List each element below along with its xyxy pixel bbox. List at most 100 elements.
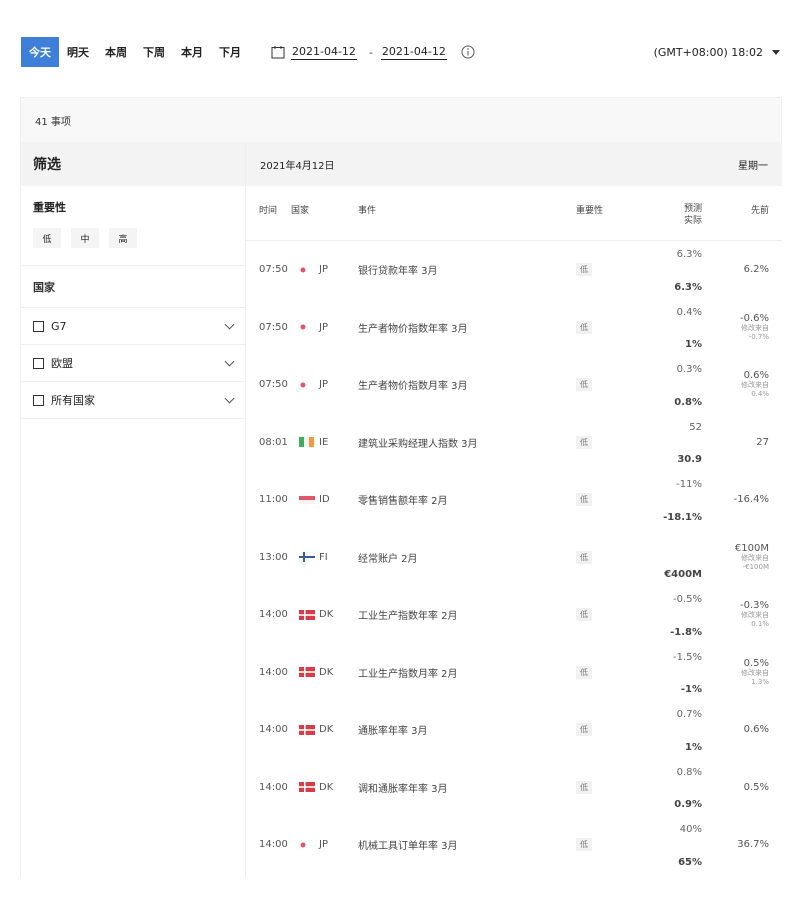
country-group-1[interactable]: 欧盟: [21, 345, 245, 382]
event-name[interactable]: 通胀率年率 3月: [358, 701, 428, 759]
country-flag: [299, 414, 315, 472]
calendar-icon[interactable]: [271, 45, 285, 59]
date-to-field[interactable]: 2021-04-12: [380, 45, 447, 60]
dk-flag-icon: [299, 609, 315, 620]
importance-cell: 低: [576, 759, 592, 817]
jp-flag-icon: [300, 267, 306, 273]
forecast-actual-cell: 52 30.9: [677, 414, 702, 472]
importance-button-0[interactable]: 低: [33, 228, 61, 248]
forecast-actual-cell: -0.5% -1.8%: [670, 586, 702, 644]
timezone-select[interactable]: (GMT+08:00) 18:02: [654, 46, 780, 59]
event-name[interactable]: 零售销售额年率 2月: [358, 471, 448, 529]
actual-value: 1%: [685, 339, 702, 350]
checkbox[interactable]: [33, 320, 44, 332]
event-name[interactable]: 银行贷款年率 3月: [358, 241, 438, 299]
country-group-2[interactable]: 所有国家: [21, 382, 245, 419]
table-row[interactable]: 14:00 DK 工业生产指数月率 2月 低 -1.5% -1% 0.5% 修改来自 1.3%: [246, 644, 782, 702]
country-flag: [299, 701, 315, 759]
event-time: 07:50: [259, 379, 288, 391]
revised-value: 0.4%: [751, 390, 769, 399]
previous-cell: 0.6% 修改来自 0.4%: [741, 356, 769, 414]
date-from-field[interactable]: 2021-04-12: [291, 45, 357, 60]
country-group-list: G7 欧盟 所有国家: [21, 308, 245, 419]
event-name[interactable]: 生产者物价指数月率 3月: [358, 356, 468, 414]
country-group-0[interactable]: G7: [21, 308, 245, 345]
col-event: 事件: [358, 206, 377, 216]
event-name[interactable]: 建筑业采购经理人指数 3月: [358, 414, 478, 472]
importance-cell: 低: [576, 701, 592, 759]
table-row[interactable]: 11:00 ID 零售销售额年率 2月 低 -11% -18.1% -16.4%: [246, 471, 782, 529]
country-code: ID: [319, 494, 330, 506]
table-row[interactable]: 14:00 DK 通胀率年率 3月 低 0.7% 1% 0.6%: [246, 701, 782, 759]
period-tab-4[interactable]: 本月: [173, 37, 211, 67]
previous-cell: 0.5% 修改来自 1.3%: [741, 644, 769, 702]
importance-cell: 低: [576, 356, 592, 414]
actual-value: 0.9%: [674, 799, 702, 810]
revised-value: 1.3%: [751, 677, 769, 686]
table-date: 2021年4月12日: [260, 160, 335, 172]
table-row[interactable]: 07:50 JP 银行贷款年率 3月 低 6.3% 6.3% 6.2%: [246, 241, 782, 299]
chevron-down-icon[interactable]: [224, 356, 235, 366]
table-row[interactable]: 07:50 JP 生产者物价指数年率 3月 低 0.4% 1% -0.6% 修改来自 -0.7%: [246, 299, 782, 357]
event-name[interactable]: 机械工具订单年率 3月: [358, 816, 458, 874]
period-tab-5[interactable]: 下月: [211, 37, 249, 67]
table-row[interactable]: 14:00 DK 工业生产指数年率 2月 低 -0.5% -1.8% -0.3% 修改来自 0.…: [246, 586, 782, 644]
period-tab-1[interactable]: 明天: [59, 37, 97, 67]
importance-button-2[interactable]: 高: [109, 228, 137, 248]
period-tab-0[interactable]: 今天: [21, 37, 59, 67]
previous-value: 0.6%: [743, 370, 769, 382]
importance-badge: 低: [576, 550, 592, 564]
event-name[interactable]: 调和通胀率年率 3月: [358, 759, 448, 817]
col-actual: 实际: [683, 216, 702, 226]
country-code: DK: [319, 609, 334, 621]
event-time: 14:00: [259, 839, 288, 851]
period-tab-2[interactable]: 本周: [97, 37, 135, 67]
table-row[interactable]: 08:01 IE 建筑业采购经理人指数 3月 低 52 30.9 27: [246, 414, 782, 472]
previous-cell: 27: [756, 414, 769, 472]
event-time: 14:00: [259, 666, 288, 678]
country-group-label: G7: [51, 319, 67, 333]
table-row[interactable]: 14:00 JP 机械工具订单年率 3月 低 40% 65% 36.7%: [246, 816, 782, 874]
event-name[interactable]: 经常账户 2月: [358, 529, 418, 587]
toolbar: 今天 明天 本周 下周 本月 下月 2021-04-12 - 2021-04-12 (GM…: [21, 37, 780, 67]
previous-value: 0.5%: [743, 781, 769, 793]
checkbox[interactable]: [33, 357, 44, 369]
event-name[interactable]: 工业生产指数月率 2月: [358, 644, 458, 702]
country-code: JP: [319, 839, 328, 851]
period-tab-3[interactable]: 下周: [135, 37, 173, 67]
table-row[interactable]: 13:00 FI 经常账户 2月 低 €400M €100M 修改来自 -€100M: [246, 529, 782, 587]
info-icon[interactable]: [461, 45, 475, 59]
importance-badge: 低: [576, 780, 592, 794]
forecast-value: -0.5%: [672, 594, 702, 605]
chevron-down-icon[interactable]: [224, 319, 235, 329]
actual-value: 0.8%: [674, 396, 702, 408]
jp-flag-icon: [300, 324, 306, 330]
previous-value: 6.2%: [743, 264, 769, 276]
importance-title: 重要性: [33, 201, 66, 214]
forecast-value: 40%: [679, 824, 702, 835]
previous-value: -0.6%: [739, 312, 769, 324]
table-row[interactable]: 07:50 JP 生产者物价指数月率 3月 低 0.3% 0.8% 0.6% 修改来自 0.4%: [246, 356, 782, 414]
previous-cell: 0.6%: [744, 701, 769, 759]
country-flag: [299, 586, 315, 644]
checkbox[interactable]: [33, 394, 44, 406]
dk-flag-icon: [299, 724, 315, 735]
event-name[interactable]: 工业生产指数年率 2月: [358, 586, 458, 644]
col-importance: 重要性: [576, 206, 604, 216]
id-flag-icon: [299, 495, 315, 504]
importance-button-1[interactable]: 中: [71, 228, 99, 248]
previous-cell: 6.2%: [744, 241, 769, 299]
col-country: 国家: [291, 206, 310, 216]
revised-label: 修改来自: [741, 611, 769, 620]
actual-value: 6.3%: [674, 281, 702, 293]
event-time: 14:00: [259, 781, 288, 793]
revised-label: 修改来自: [741, 668, 769, 677]
country-code: JP: [319, 379, 328, 391]
event-time: 13:00: [259, 551, 288, 563]
chevron-down-icon[interactable]: [224, 393, 235, 403]
event-name[interactable]: 生产者物价指数年率 3月: [358, 299, 468, 357]
country-code: DK: [319, 781, 334, 793]
table-row[interactable]: 14:00 DK 调和通胀率年率 3月 低 0.8% 0.9% 0.5%: [246, 759, 782, 817]
country-code: DK: [319, 724, 334, 736]
importance-cell: 低: [576, 471, 592, 529]
